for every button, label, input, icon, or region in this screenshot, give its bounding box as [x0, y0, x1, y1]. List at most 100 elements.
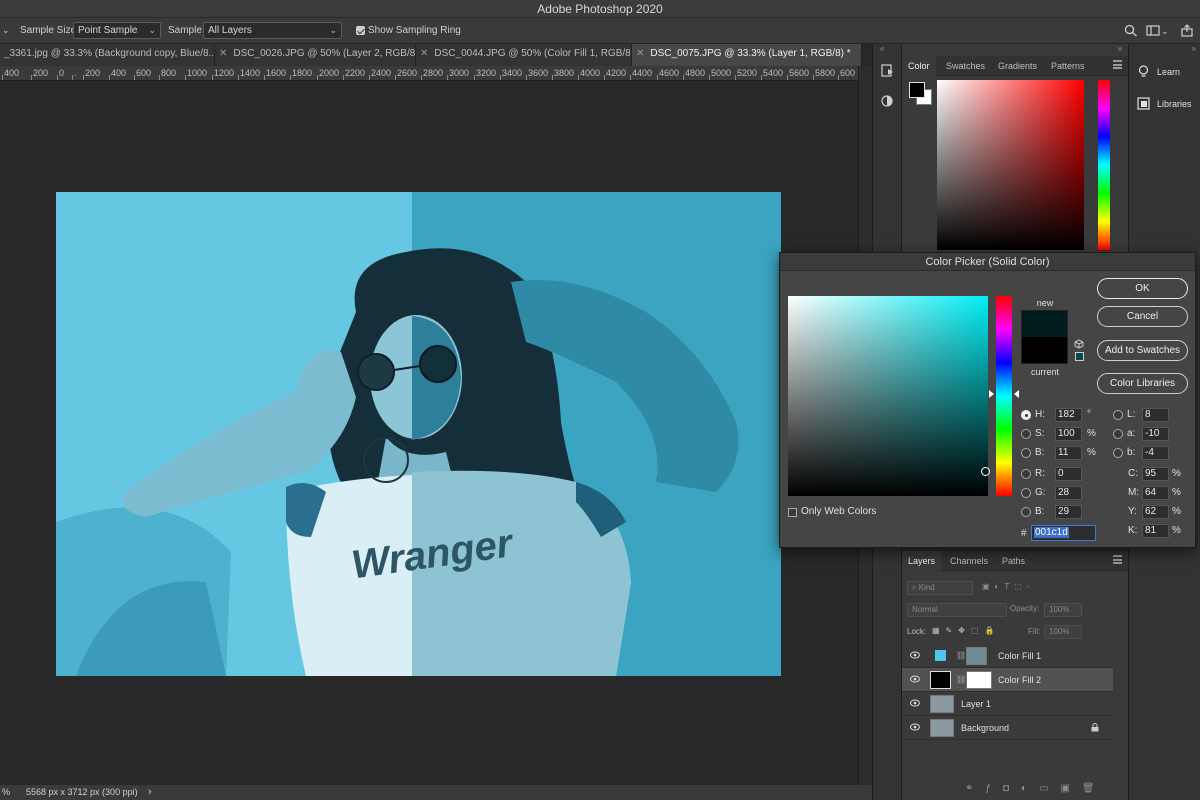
collapse-column-icon[interactable]: »: [1192, 44, 1196, 53]
visibility-eye-icon[interactable]: [910, 651, 920, 659]
layer-name[interactable]: Color Fill 1: [998, 644, 1041, 668]
fill-swatch-thumbnail[interactable]: [935, 650, 946, 661]
layer-row-color-fill-2[interactable]: ⛓ Color Fill 2: [902, 668, 1113, 692]
fill-input[interactable]: 100%: [1044, 625, 1082, 639]
layer-row-background[interactable]: Background: [902, 716, 1113, 740]
color-panel-hue-slider[interactable]: [1098, 80, 1110, 250]
lab-l-input[interactable]: 8: [1142, 408, 1169, 422]
web-safe-swatch[interactable]: [1075, 352, 1084, 361]
yellow-input[interactable]: 62: [1142, 505, 1169, 519]
hue-input[interactable]: 182: [1055, 408, 1082, 422]
tab-patterns[interactable]: Patterns: [1045, 56, 1091, 76]
visibility-eye-icon[interactable]: [910, 699, 920, 707]
opacity-input[interactable]: 100%: [1044, 603, 1082, 617]
blue-radio[interactable]: [1021, 507, 1031, 517]
close-icon[interactable]: ✕: [636, 48, 644, 59]
fill-swatch-thumbnail[interactable]: [930, 671, 951, 689]
search-icon[interactable]: [1124, 24, 1138, 37]
add-to-swatches-button[interactable]: Add to Swatches: [1097, 340, 1188, 361]
document-image[interactable]: Wranger: [56, 192, 781, 676]
hue-radio[interactable]: [1021, 410, 1031, 420]
libraries-panel-button[interactable]: Libraries: [1129, 90, 1200, 118]
tab-color[interactable]: Color: [902, 56, 936, 76]
ok-button[interactable]: OK: [1097, 278, 1188, 299]
lab-l-radio[interactable]: [1113, 410, 1123, 420]
out-of-gamut-cube-icon[interactable]: [1074, 339, 1084, 349]
foreground-color-swatch[interactable]: [909, 82, 925, 98]
learn-panel-button[interactable]: Learn: [1129, 58, 1200, 86]
canvas-area[interactable]: Wranger: [0, 81, 858, 785]
workspace-chevron-icon[interactable]: ⌄: [1161, 23, 1169, 39]
tab-layers[interactable]: Layers: [902, 551, 942, 571]
zoom-readout[interactable]: %: [2, 785, 10, 800]
color-field-handle[interactable]: [981, 467, 990, 476]
layer-mask-thumbnail[interactable]: [966, 647, 987, 665]
sample-select[interactable]: All Layers ⌄: [203, 22, 342, 39]
doc-tab-0044[interactable]: ✕ DSC_0044.JPG @ 50% (Color Fill 1, RGB/8…: [416, 44, 632, 66]
horizontal-ruler[interactable]: 400 200 0. 200 400 600 800 1000 1200 1400 1600 1800…: [0, 66, 858, 81]
blue-input[interactable]: 29: [1055, 505, 1082, 519]
status-menu-arrow-icon[interactable]: ›: [148, 785, 152, 800]
doc-tab-0026[interactable]: ✕ DSC_0026.JPG @ 50% (Layer 2, RGB/8*)...: [215, 44, 416, 66]
red-input[interactable]: 0: [1055, 467, 1082, 481]
red-radio[interactable]: [1021, 469, 1031, 479]
collapse-panels-icon[interactable]: »: [1118, 44, 1122, 53]
tab-gradients[interactable]: Gradients: [992, 56, 1043, 76]
hex-input[interactable]: 001c1d: [1031, 525, 1096, 541]
link-icon[interactable]: ⛓: [956, 651, 966, 660]
layer-thumbnail[interactable]: [930, 695, 954, 713]
link-icon[interactable]: ⛓: [956, 675, 966, 684]
close-icon[interactable]: ✕: [219, 48, 227, 59]
lab-b-input[interactable]: -4: [1142, 446, 1169, 460]
hue-slider-right-arrow-icon[interactable]: [1014, 390, 1019, 398]
visibility-eye-icon[interactable]: [910, 723, 920, 731]
lab-a-radio[interactable]: [1113, 429, 1123, 439]
layer-row-color-fill-1[interactable]: ⛓ Color Fill 1: [902, 644, 1113, 668]
show-sampling-ring-checkbox[interactable]: [356, 26, 365, 35]
doc-tab-3361[interactable]: _3361.jpg @ 33.3% (Background copy, Blue…: [0, 44, 215, 66]
blend-mode-select[interactable]: Normal: [907, 603, 1007, 617]
panel-menu-icon[interactable]: [1113, 555, 1122, 564]
panel-menu-icon[interactable]: [1113, 60, 1122, 69]
close-icon[interactable]: ✕: [420, 48, 428, 59]
only-web-colors-checkbox[interactable]: [788, 508, 797, 517]
color-libraries-button[interactable]: Color Libraries: [1097, 373, 1188, 394]
tab-channels[interactable]: Channels: [944, 551, 994, 571]
layer-thumbnail[interactable]: [930, 719, 954, 737]
lab-a-input[interactable]: -10: [1142, 427, 1169, 441]
black-input[interactable]: 81: [1142, 524, 1169, 538]
tool-preset-chevron-icon[interactable]: ⌄: [2, 22, 10, 38]
color-panel-field[interactable]: [937, 80, 1084, 250]
lock-icon[interactable]: [1091, 723, 1099, 732]
cancel-button[interactable]: Cancel: [1097, 306, 1188, 327]
tab-paths[interactable]: Paths: [996, 551, 1031, 571]
layer-filter-icons[interactable]: ▣◐T⬚▫: [982, 582, 1092, 600]
layer-name[interactable]: Background: [961, 716, 1009, 740]
layer-row-layer-1[interactable]: Layer 1: [902, 692, 1113, 716]
current-color-swatch[interactable]: [1021, 337, 1068, 364]
expand-panels-icon[interactable]: «: [880, 44, 884, 53]
share-icon[interactable]: [1180, 24, 1194, 37]
color-field[interactable]: [788, 296, 988, 496]
lab-b-radio[interactable]: [1113, 448, 1123, 458]
green-input[interactable]: 28: [1055, 486, 1082, 500]
sample-size-select[interactable]: Point Sample ⌄: [73, 22, 161, 39]
layer-filter-select[interactable]: ⌕ Kind: [907, 581, 973, 595]
lock-icons[interactable]: ▦✎✥⬚🔒: [932, 626, 1022, 644]
tab-swatches[interactable]: Swatches: [940, 56, 991, 76]
cyan-input[interactable]: 95: [1142, 467, 1169, 481]
doc-tab-0075[interactable]: ✕ DSC_0075.JPG @ 33.3% (Layer 1, RGB/8) *: [632, 44, 862, 66]
magenta-input[interactable]: 64: [1142, 486, 1169, 500]
layer-actions-icons[interactable]: ⚭ƒ◘◐▭▣🗑: [965, 783, 1107, 794]
hue-slider[interactable]: [996, 296, 1012, 496]
history-icon[interactable]: [879, 62, 897, 80]
saturation-input[interactable]: 100: [1055, 427, 1082, 441]
brightness-radio[interactable]: [1021, 448, 1031, 458]
workspace-icon[interactable]: [1146, 24, 1160, 37]
hue-slider-left-arrow-icon[interactable]: [989, 390, 994, 398]
adjustments-icon[interactable]: [879, 92, 897, 110]
brightness-input[interactable]: 11: [1055, 446, 1082, 460]
layer-name[interactable]: Layer 1: [961, 692, 991, 716]
layer-mask-thumbnail[interactable]: [966, 671, 992, 689]
saturation-radio[interactable]: [1021, 429, 1031, 439]
